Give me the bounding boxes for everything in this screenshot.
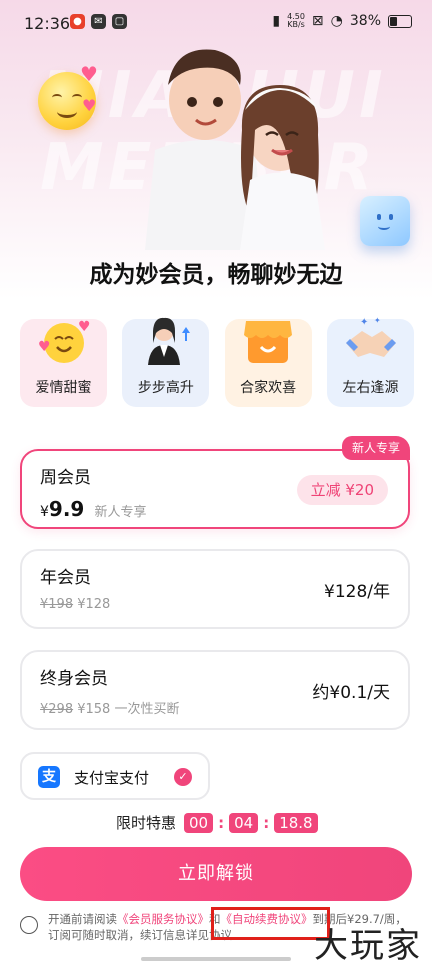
love-emoji-icon: ♥ ♥ <box>38 319 91 363</box>
plan-sub-text: 新人专享 <box>94 505 147 520</box>
battery-icon <box>388 14 412 28</box>
alipay-icon: 支 <box>38 766 60 788</box>
handshake-icon: ✦ ✦ <box>346 316 397 357</box>
highlight-annotation-box <box>211 907 330 940</box>
message-icon: ▢ <box>112 14 127 29</box>
svg-text:♥: ♥ <box>78 319 91 335</box>
agreement-prefix: 开通前请阅读 <box>48 912 117 926</box>
svg-text:♥: ♥ <box>38 339 51 355</box>
home-indicator <box>141 957 291 961</box>
feature-label: 左右逢源 <box>342 380 399 396</box>
shop-icon <box>244 321 293 363</box>
status-time: 12:36 <box>24 14 71 33</box>
feature-list: ♥ ♥ 爱情甜蜜 步步高升 合家欢喜 ✦ ✦ 左右逢源 <box>20 316 414 407</box>
countdown-label: 限时特惠 <box>116 814 177 832</box>
plan-name: 年会员 <box>40 568 91 588</box>
svg-text:✦: ✦ <box>360 317 368 328</box>
businesswoman-icon <box>147 317 190 365</box>
plan-card-lifetime[interactable]: 终身会员 ¥298 ¥158 一次性买断 约¥0.1/天 <box>20 650 410 730</box>
price-currency: ¥ <box>40 504 49 520</box>
current-price: ¥158 <box>77 702 111 717</box>
app-notification-icon: ● <box>70 14 85 29</box>
feature-label: 步步高升 <box>137 380 194 396</box>
plan-price: ¥9.9 <box>40 497 84 521</box>
newcomer-tag: 新人专享 <box>341 436 410 460</box>
countdown-timer: 限时特惠 00 : 04 : 18.8 <box>116 812 318 833</box>
feature-card-family: 合家欢喜 <box>224 319 312 407</box>
plan-price-row: ¥198 ¥128 <box>40 597 110 612</box>
unlock-button[interactable]: 立即解锁 <box>20 847 412 901</box>
net-speed-unit: KB/s <box>287 20 305 29</box>
plan-name: 周会员 <box>40 468 91 488</box>
plan-price-row: ¥9.9 新人专享 <box>40 497 147 521</box>
plan-price-row: ¥298 ¥158 一次性买断 <box>40 698 179 717</box>
sim-off-icon: ⊠ <box>311 13 324 29</box>
countdown-seconds: 18.8 <box>274 812 318 833</box>
countdown-separator: : <box>263 813 270 832</box>
battery-percent: 38% <box>349 13 381 29</box>
status-bar: 12:36 ● ✉ ▢ ▮ 4.50 KB/s ⊠ ◔ 38% <box>0 0 432 44</box>
plan-unit-price: 约¥0.1/天 <box>312 683 390 703</box>
heart-icon: ♥ <box>82 96 97 115</box>
status-app-icons: ● ✉ ▢ <box>70 14 127 29</box>
countdown-minutes: 04 <box>229 812 259 833</box>
network-speed: 4.50 KB/s <box>287 13 305 29</box>
plan-unit-price: ¥128/年 <box>324 582 390 602</box>
couple-illustration <box>145 49 325 250</box>
heart-icon: ♥ <box>80 62 98 86</box>
countdown-separator: : <box>218 813 225 832</box>
wifi-icon: ◔ <box>330 13 343 29</box>
service-agreement-link[interactable]: 《会员服务协议》 <box>117 912 209 926</box>
agreement-checkbox[interactable] <box>20 916 38 934</box>
current-price: ¥128 <box>77 597 111 612</box>
brand-watermark: 大玩家 <box>314 926 422 966</box>
feature-label: 合家欢喜 <box>240 380 297 396</box>
payment-method-alipay[interactable]: 支 支付宝支付 ✓ <box>20 752 210 800</box>
payment-label: 支付宝支付 <box>74 769 150 787</box>
vibrate-icon: ▮ <box>272 13 281 29</box>
plan-card-year[interactable]: 年会员 ¥198 ¥128 ¥128/年 <box>20 549 410 629</box>
page-headline: 成为妙会员，畅聊妙无边 <box>89 262 343 288</box>
feature-card-promotion: 步步高升 <box>122 317 210 407</box>
mail-icon: ✉ <box>91 14 106 29</box>
feature-card-handshake: ✦ ✦ 左右逢源 <box>326 316 414 407</box>
countdown-hours: 00 <box>184 812 214 833</box>
check-icon: ✓ <box>174 768 192 786</box>
status-right: ▮ 4.50 KB/s ⊠ ◔ 38% <box>272 13 412 29</box>
original-price: ¥298 <box>40 702 74 717</box>
plan-card-week[interactable]: 新人专享 周会员 ¥9.9 新人专享 立减 ¥20 <box>20 436 410 529</box>
svg-text:✦: ✦ <box>374 316 381 325</box>
feature-label: 爱情甜蜜 <box>35 380 92 396</box>
plan-note: 一次性买断 <box>114 702 180 717</box>
keyboard-key-icon <box>360 196 410 246</box>
plan-name: 终身会员 <box>40 669 108 689</box>
discount-badge: 立减 ¥20 <box>296 475 388 505</box>
price-value: 9.9 <box>48 497 85 521</box>
original-price: ¥198 <box>40 597 74 612</box>
feature-card-love: ♥ ♥ 爱情甜蜜 <box>20 319 107 407</box>
